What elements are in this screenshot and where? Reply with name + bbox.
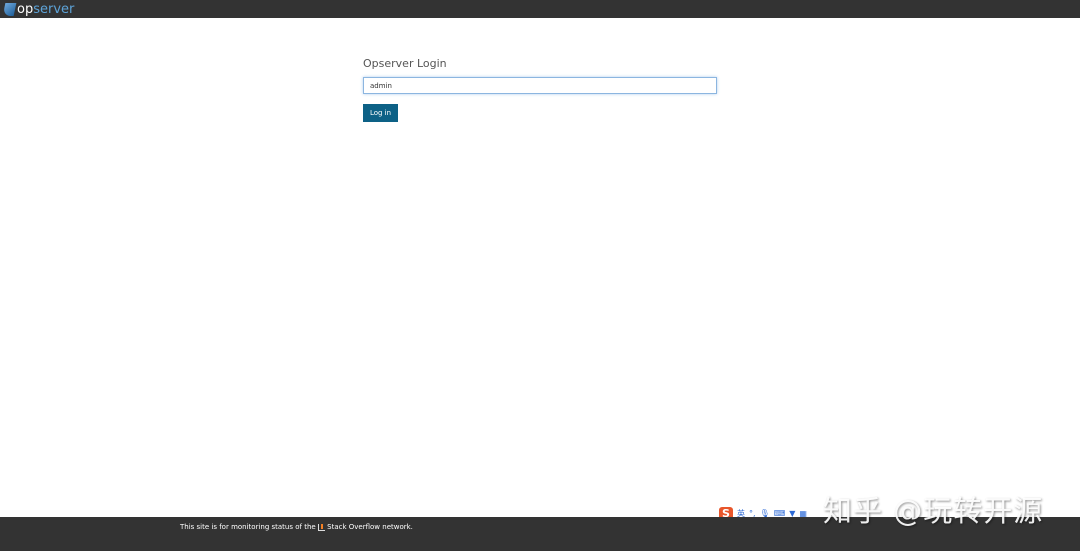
login-button[interactable]: Log in — [363, 104, 398, 122]
logo-mark-icon — [2, 2, 17, 16]
login-form: Opserver Login Log in — [363, 57, 717, 122]
footer-text: This site is for monitoring status of th… — [180, 523, 413, 531]
logo-text-suffix: server — [33, 1, 75, 17]
stack-overflow-icon — [317, 523, 325, 531]
top-navbar: op server — [0, 0, 1080, 18]
username-input[interactable] — [363, 77, 717, 94]
logo-text-prefix: op — [17, 1, 34, 17]
opserver-logo[interactable]: op server — [2, 1, 75, 17]
watermark: 知乎 @玩转开源 — [823, 494, 1044, 528]
login-title: Opserver Login — [363, 57, 447, 70]
footer-text-before: This site is for monitoring status of th… — [180, 523, 316, 531]
footer-text-after: Stack Overflow network. — [327, 523, 413, 531]
